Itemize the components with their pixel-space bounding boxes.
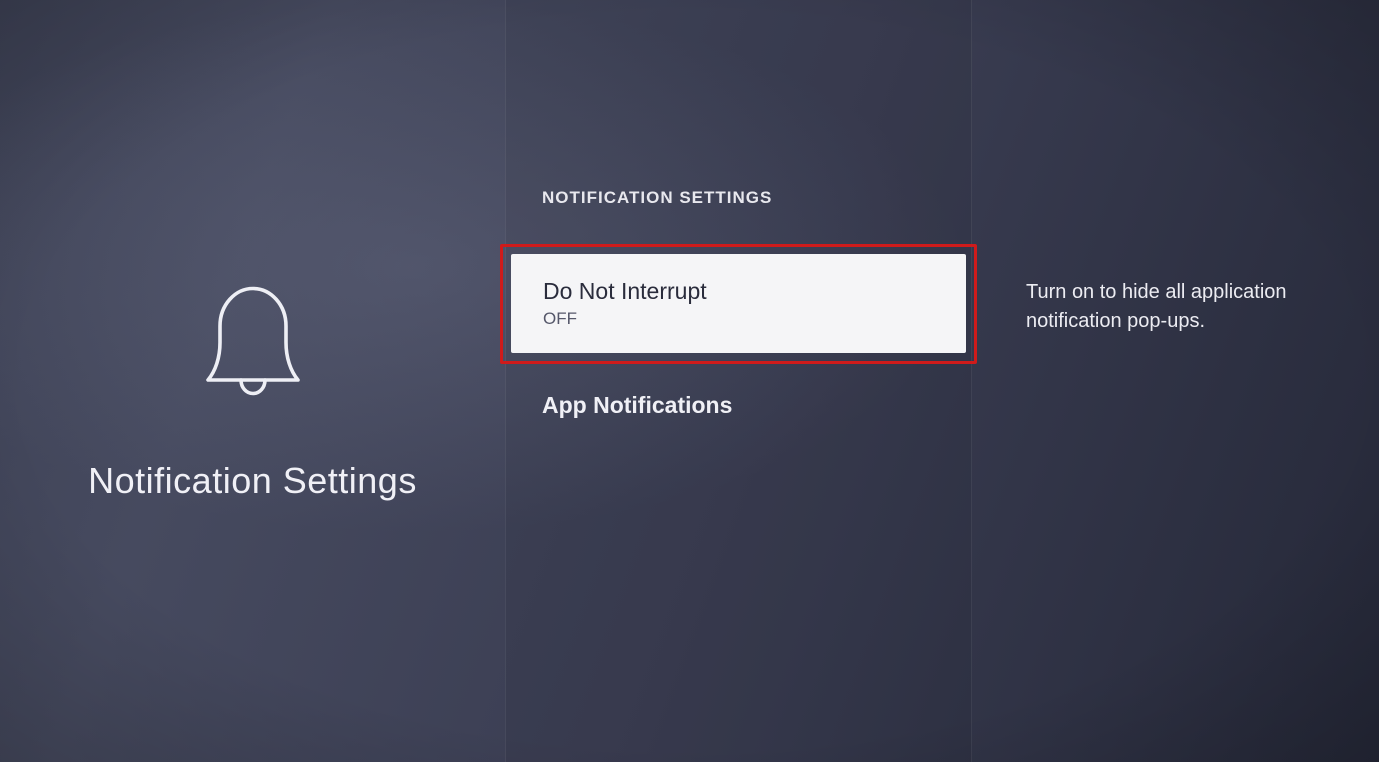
menu-item-title: App Notifications (542, 392, 935, 419)
right-panel: Turn on to hide all application notifica… (972, 0, 1379, 762)
section-header: NOTIFICATION SETTINGS (506, 188, 971, 236)
item-description: Turn on to hide all application notifica… (1026, 278, 1339, 336)
menu-item-value: OFF (543, 309, 934, 329)
menu-item-do-not-interrupt[interactable]: Do Not Interrupt OFF (511, 254, 966, 353)
selection-highlight: Do Not Interrupt OFF (500, 244, 977, 364)
left-panel: Notification Settings (0, 0, 505, 762)
page-title: Notification Settings (88, 460, 417, 502)
menu-item-app-notifications[interactable]: App Notifications (506, 356, 971, 445)
bell-icon (178, 260, 328, 410)
menu-item-title: Do Not Interrupt (543, 278, 934, 305)
center-panel: NOTIFICATION SETTINGS Do Not Interrupt O… (505, 0, 972, 762)
